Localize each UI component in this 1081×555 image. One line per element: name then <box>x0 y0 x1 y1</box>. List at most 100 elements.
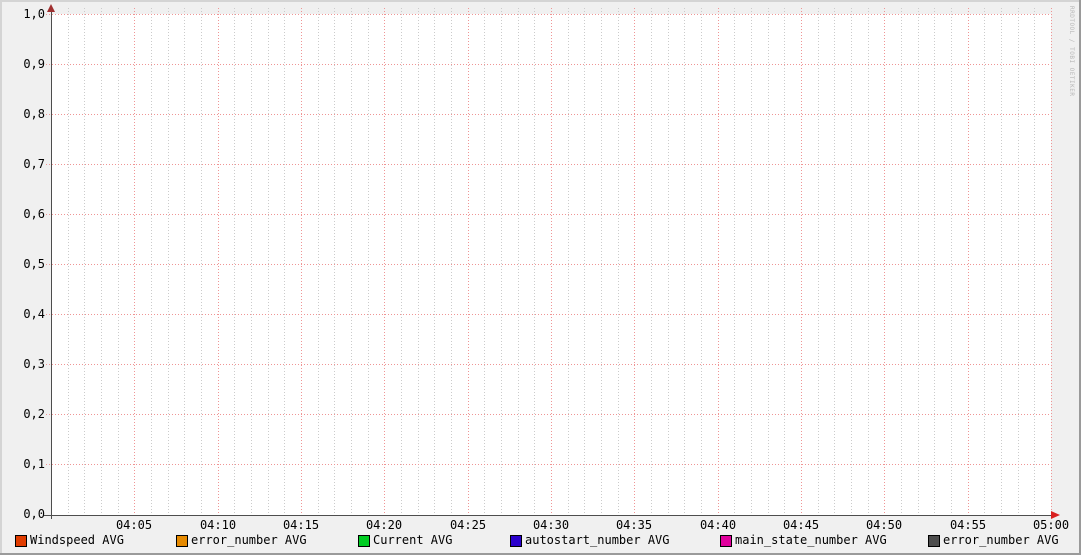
gridline-vertical-minor <box>651 8 652 518</box>
gridline-vertical-minor <box>568 8 569 518</box>
gridline-vertical-minor <box>584 8 585 518</box>
rrdtool-watermark: RRDTOOL / TOBI OETIKER <box>1068 6 1075 97</box>
gridline-vertical-minor <box>101 8 102 518</box>
gridline-vertical-minor <box>1001 8 1002 518</box>
gridline-vertical-major <box>968 8 969 518</box>
gridline-vertical-major <box>884 8 885 518</box>
x-axis-arrow-icon <box>1051 511 1060 519</box>
legend-label: main_state_number AVG <box>735 533 887 547</box>
gridline-vertical-minor <box>784 8 785 518</box>
legend-label: error_number AVG <box>943 533 1059 547</box>
gridline-horizontal-major <box>46 264 1051 265</box>
y-axis-tick-label: 0,8 <box>23 107 45 121</box>
x-axis-tick-label: 04:50 <box>865 518 903 532</box>
gridline-vertical-minor <box>501 8 502 518</box>
gridline-horizontal-major <box>46 464 1051 465</box>
gridline-vertical-minor <box>768 8 769 518</box>
gridline-vertical-minor <box>418 8 419 518</box>
gridline-vertical-major <box>301 8 302 518</box>
gridline-vertical-major <box>718 8 719 518</box>
legend-label: autostart_number AVG <box>525 533 670 547</box>
y-axis-tick-label: 0,2 <box>23 407 45 421</box>
gridline-vertical-minor <box>818 8 819 518</box>
gridline-vertical-minor <box>734 8 735 518</box>
gridline-vertical-major <box>634 8 635 518</box>
legend-color-swatch <box>720 535 732 547</box>
legend-color-swatch <box>928 535 940 547</box>
x-axis-tick-label: 04:40 <box>699 518 737 532</box>
gridline-vertical-minor <box>518 8 519 518</box>
gridline-vertical-minor <box>918 8 919 518</box>
gridline-vertical-minor <box>351 8 352 518</box>
gridline-horizontal-major <box>46 314 1051 315</box>
legend-color-swatch <box>358 535 370 547</box>
x-axis-tick-label: 04:10 <box>199 518 237 532</box>
gridline-vertical-minor <box>534 8 535 518</box>
gridline-horizontal-major <box>46 114 1051 115</box>
y-axis-tick-label: 0,0 <box>23 507 45 521</box>
gridline-vertical-minor <box>84 8 85 518</box>
x-axis-tick-label: 04:55 <box>949 518 987 532</box>
x-axis-tick-label: 05:00 <box>1032 518 1070 532</box>
y-axis-tick-label: 0,7 <box>23 157 45 171</box>
gridline-vertical-minor <box>234 8 235 518</box>
y-axis-tick-label: 0,4 <box>23 307 45 321</box>
legend-label: error_number AVG <box>191 533 307 547</box>
gridline-vertical-minor <box>368 8 369 518</box>
gridline-vertical-minor <box>1018 8 1019 518</box>
gridline-vertical-minor <box>318 8 319 518</box>
gridline-vertical-minor <box>401 8 402 518</box>
gridline-horizontal-major <box>46 364 1051 365</box>
x-axis-tick-label: 04:20 <box>365 518 403 532</box>
gridline-vertical-minor <box>68 8 69 518</box>
y-axis-tick-label: 0,5 <box>23 257 45 271</box>
x-axis-tick-label: 04:45 <box>782 518 820 532</box>
gridline-vertical-minor <box>701 8 702 518</box>
gridline-vertical-minor <box>934 8 935 518</box>
gridline-vertical-minor <box>834 8 835 518</box>
gridline-vertical-minor <box>251 8 252 518</box>
x-axis-tick-label: 04:35 <box>615 518 653 532</box>
gridline-vertical-minor <box>1034 8 1035 518</box>
y-axis-tick-label: 0,1 <box>23 457 45 471</box>
gridline-vertical-minor <box>268 8 269 518</box>
gridline-vertical-major <box>134 8 135 518</box>
gridline-horizontal-major <box>46 64 1051 65</box>
gridline-horizontal-major <box>46 164 1051 165</box>
legend-color-swatch <box>15 535 27 547</box>
gridline-horizontal-major <box>46 414 1051 415</box>
gridline-vertical-minor <box>901 8 902 518</box>
gridline-vertical-minor <box>184 8 185 518</box>
gridline-vertical-major <box>384 8 385 518</box>
gridline-vertical-minor <box>684 8 685 518</box>
canvas-border-left <box>0 0 2 555</box>
gridline-vertical-minor <box>484 8 485 518</box>
gridline-vertical-minor <box>951 8 952 518</box>
legend-label: Windspeed AVG <box>30 533 124 547</box>
gridline-vertical-major <box>468 8 469 518</box>
gridline-vertical-minor <box>668 8 669 518</box>
gridline-vertical-minor <box>284 8 285 518</box>
gridline-vertical-minor <box>984 8 985 518</box>
gridline-vertical-minor <box>868 8 869 518</box>
gridline-vertical-minor <box>434 8 435 518</box>
gridline-horizontal-major <box>46 14 1051 15</box>
gridline-vertical-major <box>1051 8 1052 518</box>
y-axis-arrow-icon <box>47 4 55 12</box>
gridline-vertical-minor <box>151 8 152 518</box>
gridline-horizontal-major <box>46 214 1051 215</box>
gridline-vertical-minor <box>334 8 335 518</box>
y-axis-tick-label: 0,9 <box>23 57 45 71</box>
x-axis-tick-label: 04:25 <box>449 518 487 532</box>
gridline-vertical-minor <box>618 8 619 518</box>
x-axis-tick-label: 04:30 <box>532 518 570 532</box>
gridline-vertical-minor <box>118 8 119 518</box>
gridline-vertical-minor <box>851 8 852 518</box>
gridline-vertical-minor <box>601 8 602 518</box>
y-axis-tick-label: 1,0 <box>23 7 45 21</box>
x-axis-line <box>44 515 1057 516</box>
gridline-vertical-major <box>801 8 802 518</box>
x-axis-tick-label: 04:05 <box>115 518 153 532</box>
gridline-vertical-minor <box>751 8 752 518</box>
gridline-vertical-minor <box>168 8 169 518</box>
